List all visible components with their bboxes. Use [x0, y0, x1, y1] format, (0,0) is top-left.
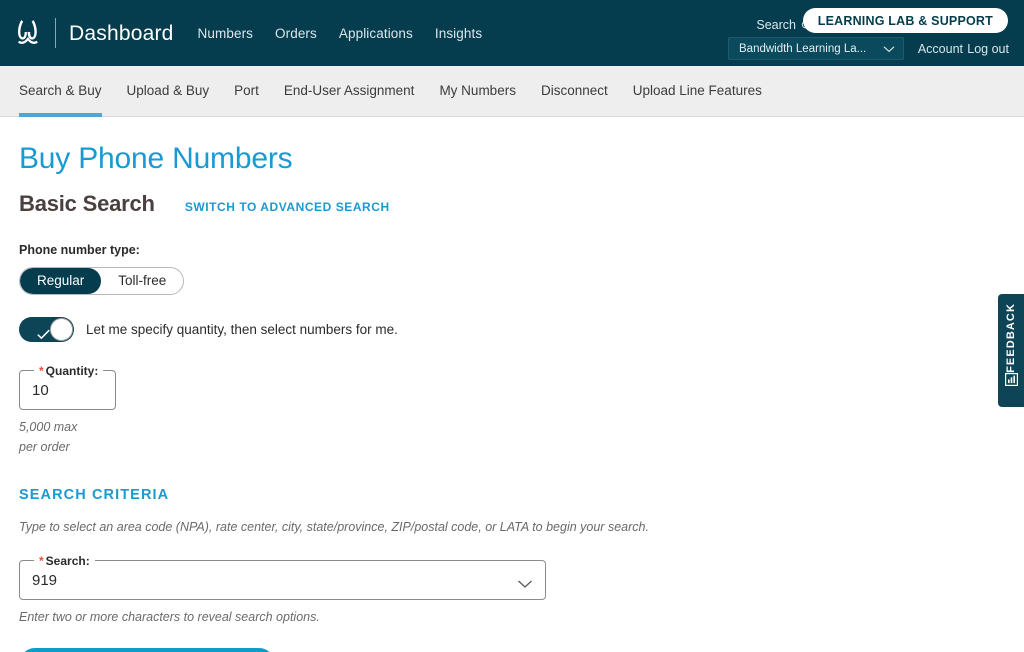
quantity-helper-text: 5,000 max per order — [19, 417, 1005, 457]
subnav-item-port[interactable]: Port — [234, 66, 259, 117]
chevron-down-icon[interactable] — [517, 576, 533, 588]
page-title: Buy Phone Numbers — [19, 142, 293, 175]
phone-type-option-toll-free[interactable]: Toll-free — [101, 268, 183, 294]
quantity-input[interactable] — [32, 374, 104, 407]
nav-item-insights[interactable]: Insights — [435, 27, 482, 41]
phone-number-type-label: Phone number type: — [19, 242, 140, 257]
search-field-legend: * Search: — [34, 554, 95, 568]
subnav-item-search-and-buy[interactable]: Search & Buy — [19, 66, 102, 117]
search-label-text: Search: — [45, 553, 90, 568]
subnav-item-my-numbers[interactable]: My Numbers — [439, 66, 516, 117]
required-marker-icon: * — [39, 553, 44, 568]
search-helper-text: Enter two or more characters to reveal s… — [19, 609, 320, 624]
feedback-chart-icon — [1004, 372, 1018, 386]
primary-nav: Numbers Orders Applications Insights — [198, 27, 483, 41]
subnav-item-end-user-assignment[interactable]: End-User Assignment — [284, 66, 415, 117]
phone-type-option-regular[interactable]: Regular — [20, 267, 102, 294]
quantity-helper-line-1: 5,000 max — [19, 419, 78, 434]
brand: Dashboard — [14, 17, 174, 49]
chevron-down-icon — [883, 45, 895, 53]
check-icon — [28, 323, 50, 339]
app-title: Dashboard — [69, 21, 174, 45]
header-search-label: Search — [756, 18, 796, 32]
specify-quantity-toggle[interactable] — [19, 316, 74, 342]
phone-number-type-segmented-control[interactable]: Regular Toll-free — [19, 266, 185, 295]
main-content: Buy Phone Numbers Basic Search SWITCH TO… — [0, 142, 1024, 652]
search-field[interactable]: * Search: — [19, 553, 546, 600]
nav-item-numbers[interactable]: Numbers — [198, 27, 253, 41]
switch-to-advanced-search-link[interactable]: SWITCH TO ADVANCED SEARCH — [185, 200, 390, 214]
learning-lab-support-button[interactable]: LEARNING LAB & SUPPORT — [802, 8, 1008, 33]
nav-item-applications[interactable]: Applications — [339, 27, 413, 41]
subnav-item-disconnect[interactable]: Disconnect — [541, 66, 608, 117]
subnav-item-upload-and-buy[interactable]: Upload & Buy — [127, 66, 210, 117]
specify-quantity-toggle-label: Let me specify quantity, then select num… — [86, 321, 398, 337]
nav-item-orders[interactable]: Orders — [275, 27, 317, 41]
account-selector-dropdown[interactable]: Bandwidth Learning La... — [728, 37, 904, 60]
brand-divider — [55, 18, 56, 48]
subhead-row: Basic Search SWITCH TO ADVANCED SEARCH — [19, 191, 1005, 217]
search-field-inner — [32, 565, 533, 597]
logout-link[interactable]: Log out — [967, 42, 1009, 56]
search-available-numbers-button[interactable]: SEARCH AVAILABLE NUMBERS — [19, 647, 275, 652]
subnav-item-upload-line-features[interactable]: Upload Line Features — [633, 66, 762, 117]
feedback-tab[interactable]: FEEDBACK — [998, 294, 1024, 407]
toggle-knob — [50, 317, 73, 341]
account-selector-value: Bandwidth Learning La... — [739, 42, 867, 55]
search-criteria-description: Type to select an area code (NPA), rate … — [19, 519, 649, 534]
top-header: Dashboard Numbers Orders Applications In… — [0, 0, 1024, 66]
search-mode-heading: Basic Search — [19, 190, 155, 216]
quantity-field[interactable]: * Quantity: — [19, 363, 117, 410]
account-link[interactable]: Account — [918, 42, 963, 56]
header-right-controls: Search LEARNING LAB & SUPPORT Bandwidth … — [704, 0, 1024, 66]
bandwidth-logo-icon — [14, 17, 44, 49]
quantity-helper-line-2: per order — [19, 439, 70, 454]
quantity-toggle-row: Let me specify quantity, then select num… — [19, 316, 1005, 342]
search-input[interactable] — [32, 572, 517, 589]
feedback-tab-label: FEEDBACK — [1005, 303, 1017, 373]
secondary-nav: Search & Buy Upload & Buy Port End-User … — [0, 66, 1024, 117]
search-criteria-heading: SEARCH CRITERIA — [19, 486, 170, 503]
